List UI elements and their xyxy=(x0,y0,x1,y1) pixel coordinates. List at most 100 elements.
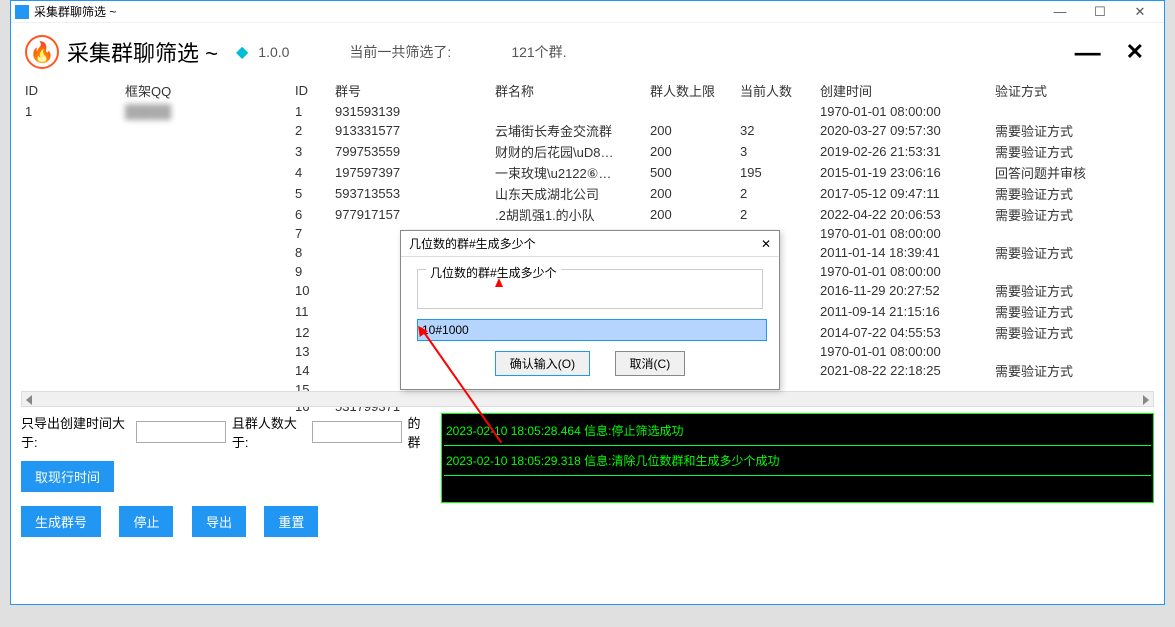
cell: 913331577 xyxy=(331,120,491,141)
cell: 2015-01-19 23:06:16 xyxy=(816,162,991,183)
cell: 7 xyxy=(291,225,331,242)
cell: 8 xyxy=(291,242,331,263)
cell: 12 xyxy=(291,322,331,343)
cell: 1 xyxy=(291,103,331,121)
stop-button[interactable]: 停止 xyxy=(119,506,173,537)
cell: .2胡凯强1.的小队 xyxy=(491,204,646,225)
cell: 2 xyxy=(736,204,816,225)
cell: 2011-09-14 21:15:16 xyxy=(816,301,991,322)
cell: 需要验证方式 xyxy=(991,242,1154,263)
dialog-close-icon[interactable]: ✕ xyxy=(761,237,771,251)
cell: 200 xyxy=(646,120,736,141)
table-row[interactable]: 19315931391970-01-01 08:00:00 xyxy=(291,103,1154,121)
col-header[interactable]: 群人数上限 xyxy=(646,79,736,103)
cell: 2020-03-27 09:57:30 xyxy=(816,120,991,141)
cell: 2011-01-14 18:39:41 xyxy=(816,242,991,263)
cell: 一束玫瑰\u2122⑥… xyxy=(491,162,646,183)
col-qq[interactable]: 框架QQ xyxy=(121,79,291,103)
table-row[interactable]: 2913331577云埔街长寿金交流群200322020-03-27 09:57… xyxy=(291,120,1154,141)
cell: 1970-01-01 08:00:00 xyxy=(816,343,991,360)
cell: 需要验证方式 xyxy=(991,280,1154,301)
table-row[interactable]: 4197597397一束玫瑰\u2122⑥…5001952015-01-19 2… xyxy=(291,162,1154,183)
version-label: 1.0.0 xyxy=(258,44,289,60)
dialog-ok-button[interactable]: 确认输入(O) xyxy=(495,351,590,376)
cell: 200 xyxy=(646,141,736,162)
cell: 2017-05-12 09:47:11 xyxy=(816,183,991,204)
cell: 需要验证方式 xyxy=(991,204,1154,225)
cell xyxy=(736,103,816,121)
window-title: 采集群聊筛选 ~ xyxy=(34,3,116,20)
export-time-label-c: 的群 xyxy=(408,413,431,451)
dialog-cancel-button[interactable]: 取消(C) xyxy=(615,351,686,376)
reset-button[interactable]: 重置 xyxy=(264,506,318,537)
diamond-icon: ◆ xyxy=(236,42,248,62)
cell: 需要验证方式 xyxy=(991,360,1154,381)
dialog-frame-label: 几位数的群#生成多少个 xyxy=(426,266,561,280)
close-button[interactable]: ✕ xyxy=(1120,1,1160,23)
horizontal-scrollbar[interactable] xyxy=(21,391,1154,407)
cell: 2 xyxy=(736,183,816,204)
cell: 需要验证方式 xyxy=(991,141,1154,162)
maximize-button[interactable]: ☐ xyxy=(1080,1,1120,23)
cell xyxy=(991,263,1154,280)
cell: 1970-01-01 08:00:00 xyxy=(816,225,991,242)
col-id[interactable]: ID xyxy=(21,79,121,103)
time-input[interactable] xyxy=(136,421,226,443)
header: 🔥 采集群聊筛选 ~ ◆ 1.0.0 当前一共筛选了: 121个群. — ✕ xyxy=(11,23,1164,79)
get-time-button[interactable]: 取现行时间 xyxy=(21,461,114,492)
col-header[interactable]: 当前人数 xyxy=(736,79,816,103)
cell: 2014-07-22 04:55:53 xyxy=(816,322,991,343)
cell xyxy=(991,343,1154,360)
table-row[interactable]: 1█████ xyxy=(21,103,291,121)
export-button[interactable]: 导出 xyxy=(192,506,246,537)
table-row[interactable]: 6977917157.2胡凯强1.的小队20022022-04-22 20:06… xyxy=(291,204,1154,225)
cell: 14 xyxy=(291,360,331,381)
cell xyxy=(491,103,646,121)
col-header[interactable]: 群号 xyxy=(331,79,491,103)
minimize-button[interactable]: — xyxy=(1040,1,1080,23)
filter-label: 当前一共筛选了: xyxy=(349,42,451,62)
log-line: 2023-02-10 18:05:28.464 信息:停止筛选成功 xyxy=(444,416,1151,446)
cell: 1970-01-01 08:00:00 xyxy=(816,103,991,121)
cell: 回答问题并审核 xyxy=(991,162,1154,183)
cell: 4 xyxy=(291,162,331,183)
table-row[interactable]: 5593713553山东天成湖北公司20022017-05-12 09:47:1… xyxy=(291,183,1154,204)
col-header[interactable]: ID xyxy=(291,79,331,103)
dialog-input[interactable] xyxy=(417,319,767,341)
col-header[interactable]: 群名称 xyxy=(491,79,646,103)
cell: 593713553 xyxy=(331,183,491,204)
cell: 799753559 xyxy=(331,141,491,162)
cell: 需要验证方式 xyxy=(991,322,1154,343)
cell: 13 xyxy=(291,343,331,360)
table-row[interactable]: 3799753559财财的后花园\uD8…20032019-02-26 21:5… xyxy=(291,141,1154,162)
cell: 11 xyxy=(291,301,331,322)
header-minimize-icon[interactable]: — xyxy=(1075,37,1101,68)
cell xyxy=(991,225,1154,242)
col-header[interactable]: 创建时间 xyxy=(816,79,991,103)
cell: 2022-04-22 20:06:53 xyxy=(816,204,991,225)
dialog-frame: 几位数的群#生成多少个 xyxy=(417,269,763,309)
cell xyxy=(991,103,1154,121)
cell: 197597397 xyxy=(331,162,491,183)
titlebar: 采集群聊筛选 ~ — ☐ ✕ xyxy=(11,1,1164,23)
cell: 10 xyxy=(291,280,331,301)
log-panel: 2023-02-10 18:05:28.464 信息:停止筛选成功 2023-0… xyxy=(441,413,1154,503)
cell: 32 xyxy=(736,120,816,141)
cell: 云埔街长寿金交流群 xyxy=(491,120,646,141)
export-time-label-b: 且群人数大于: xyxy=(232,413,306,451)
cell: 977917157 xyxy=(331,204,491,225)
cell: 195 xyxy=(736,162,816,183)
app-icon xyxy=(15,5,29,19)
cell: 500 xyxy=(646,162,736,183)
left-table: ID 框架QQ 1█████ xyxy=(21,79,291,389)
cell: 需要验证方式 xyxy=(991,183,1154,204)
col-header[interactable]: 验证方式 xyxy=(991,79,1154,103)
cell: 3 xyxy=(291,141,331,162)
count-label: 121个群. xyxy=(511,42,566,62)
dialog-titlebar: 几位数的群#生成多少个 ✕ xyxy=(401,231,779,257)
count-input[interactable] xyxy=(312,421,402,443)
generate-button[interactable]: 生成群号 xyxy=(21,506,101,537)
cell: 需要验证方式 xyxy=(991,301,1154,322)
header-close-icon[interactable]: ✕ xyxy=(1126,39,1144,65)
export-time-label-a: 只导出创建时间大于: xyxy=(21,413,130,451)
